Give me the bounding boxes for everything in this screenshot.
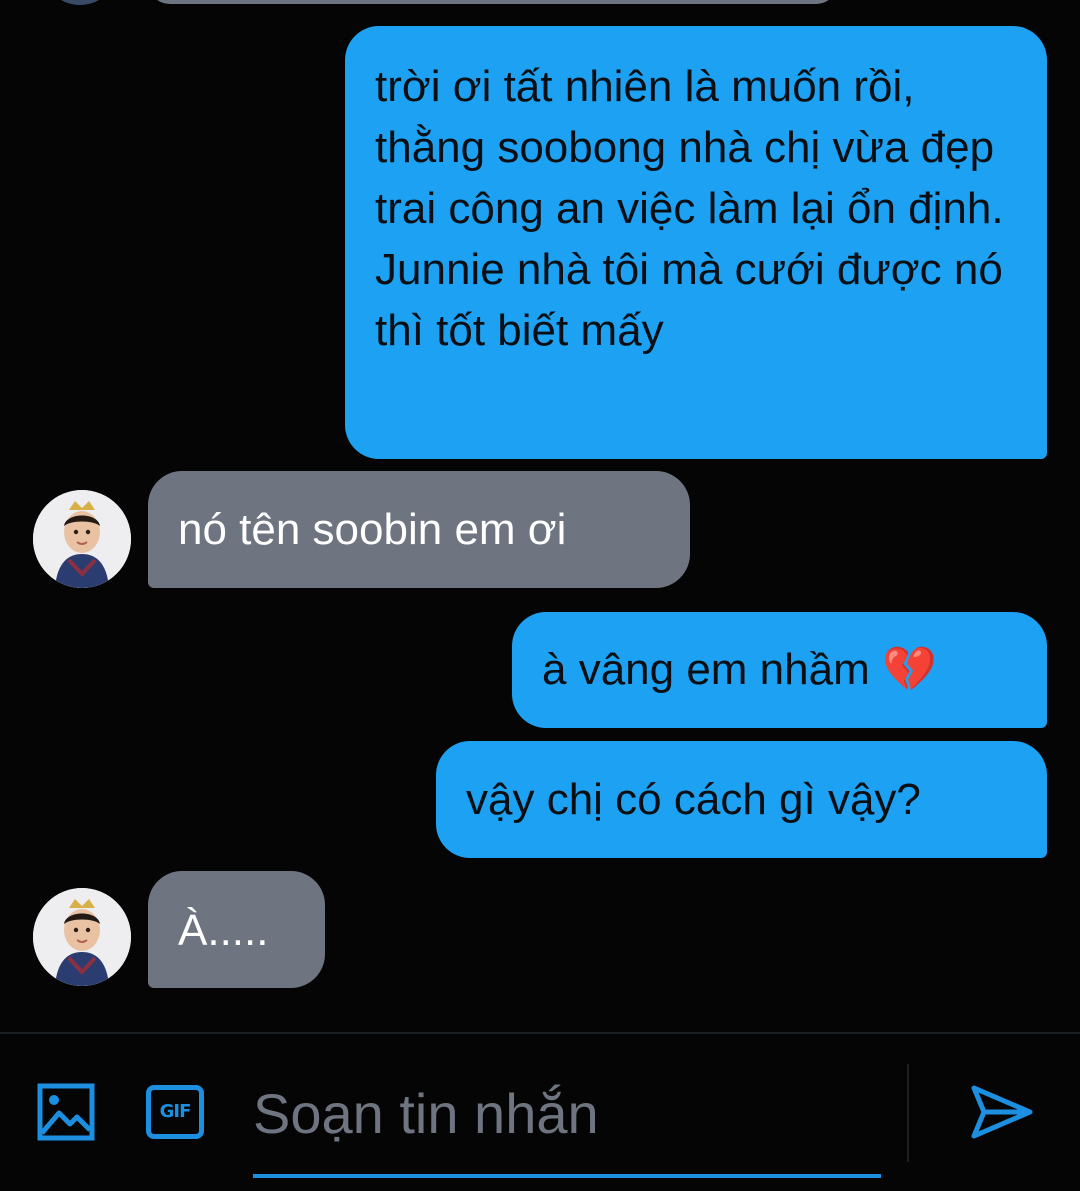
message-input[interactable] bbox=[253, 1074, 883, 1154]
avatar-image bbox=[33, 490, 131, 588]
message-text: à vâng em nhầm 💔 bbox=[542, 645, 937, 694]
received-message-bubble[interactable]: À..... bbox=[148, 871, 325, 988]
sent-message-bubble[interactable]: trời ơi tất nhiên là muốn rồi, thằng soo… bbox=[345, 26, 1047, 459]
partial-received-bubble bbox=[148, 0, 838, 4]
composer-separator bbox=[907, 1064, 909, 1162]
sent-message-bubble[interactable]: à vâng em nhầm 💔 bbox=[512, 612, 1047, 728]
sent-message-bubble[interactable]: vậy chị có cách gì vậy? bbox=[436, 741, 1047, 858]
contact-avatar[interactable] bbox=[33, 888, 131, 986]
image-icon[interactable] bbox=[37, 1083, 95, 1141]
input-underline bbox=[253, 1174, 881, 1178]
received-message-bubble[interactable]: nó tên soobin em ơi bbox=[148, 471, 690, 588]
message-text: vậy chị có cách gì vậy? bbox=[466, 775, 921, 824]
partial-avatar bbox=[50, 0, 110, 5]
message-text: nó tên soobin em ơi bbox=[178, 505, 567, 554]
message-text: trời ơi tất nhiên là muốn rồi, thằng soo… bbox=[375, 62, 1004, 355]
contact-avatar[interactable] bbox=[33, 490, 131, 588]
message-composer: GIF bbox=[0, 1034, 1080, 1191]
chat-screen: trời ơi tất nhiên là muốn rồi, thằng soo… bbox=[0, 0, 1080, 1191]
avatar-image bbox=[33, 888, 131, 986]
gif-button[interactable]: GIF bbox=[146, 1085, 204, 1139]
send-icon[interactable] bbox=[970, 1084, 1034, 1140]
message-text: À..... bbox=[178, 906, 269, 955]
